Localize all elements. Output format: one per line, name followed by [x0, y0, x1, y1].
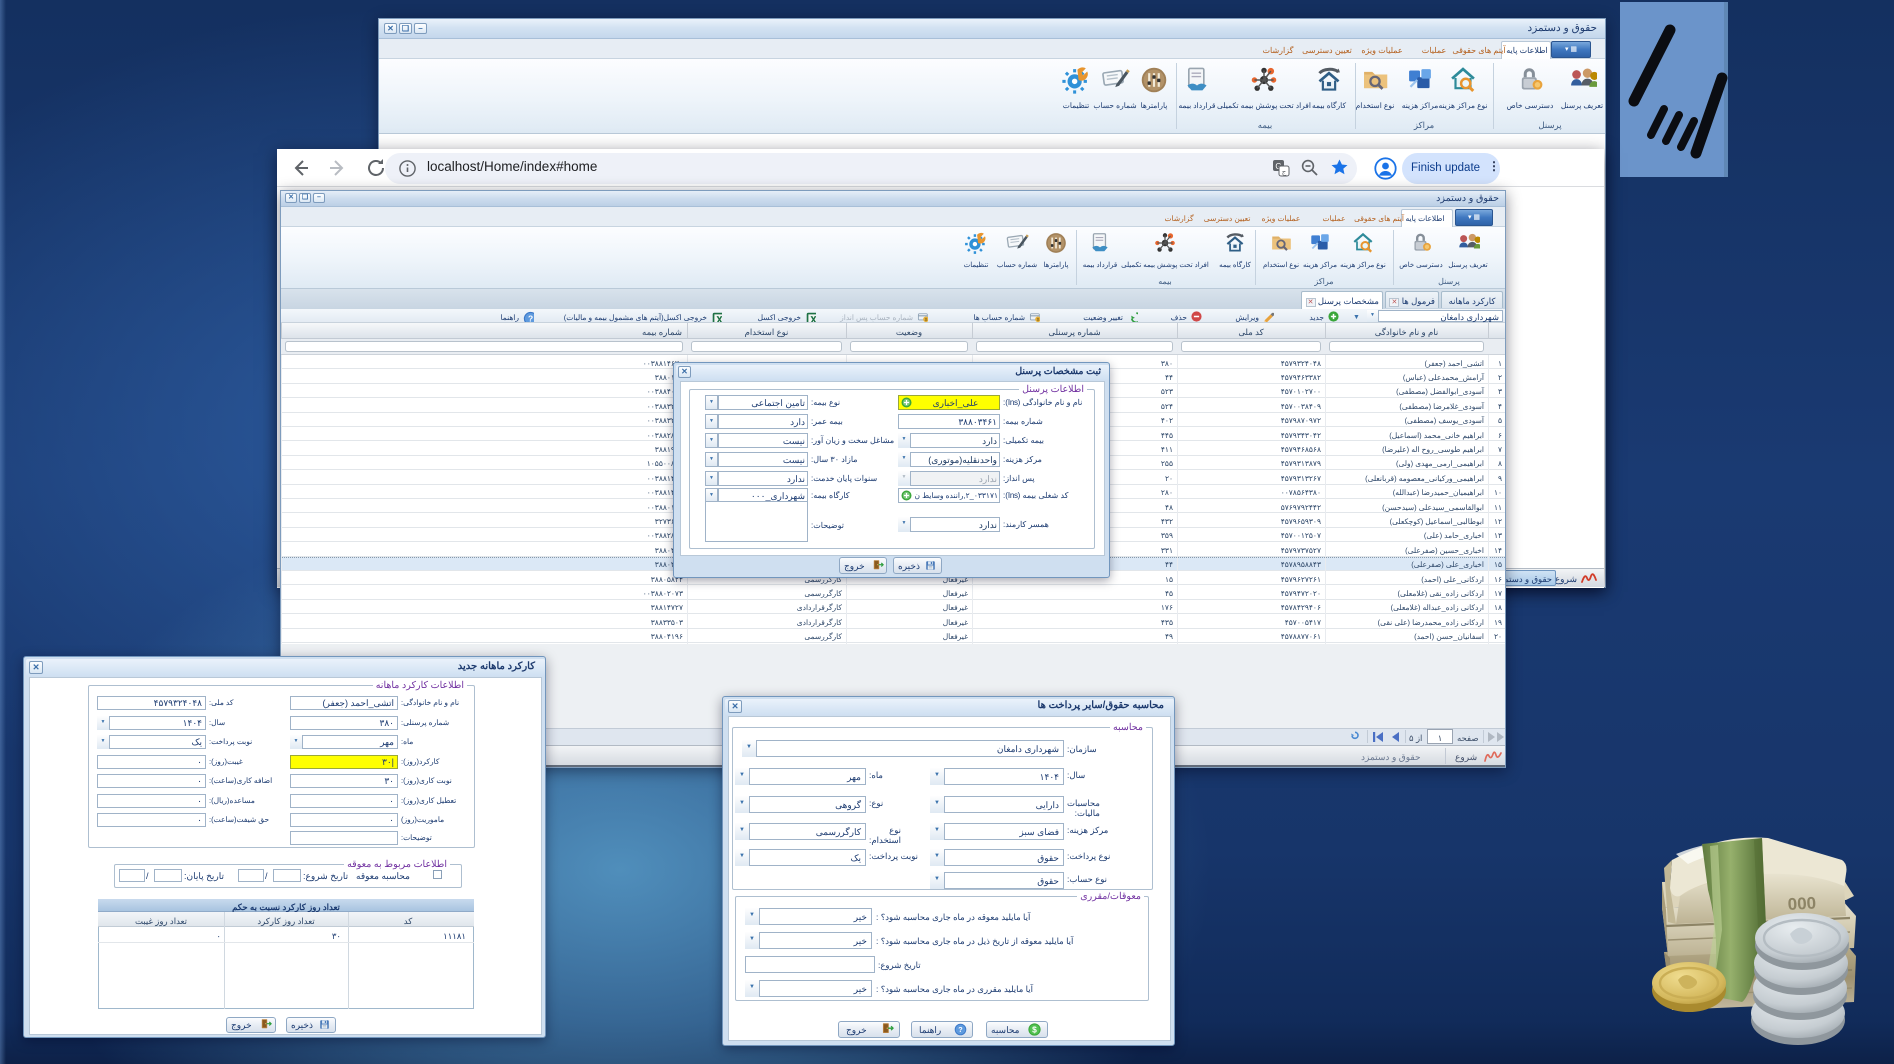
svg-text:ج: ج: [1282, 169, 1287, 176]
svg-text:000: 000: [1787, 894, 1816, 914]
